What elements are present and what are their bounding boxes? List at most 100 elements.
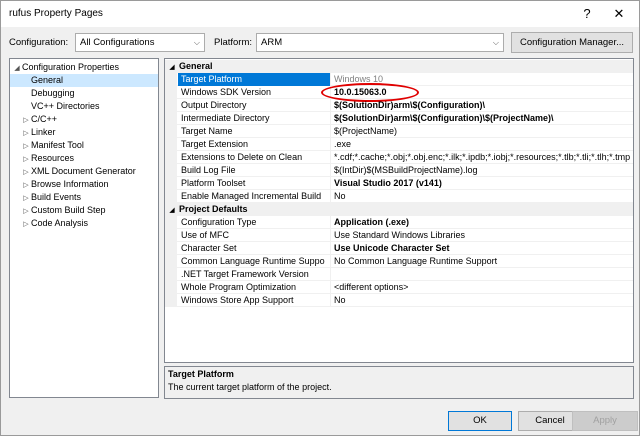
row-gutter: [165, 216, 177, 229]
tree-item-label: Browse Information: [31, 179, 109, 189]
tree-item-label: Code Analysis: [31, 218, 89, 228]
property-row[interactable]: Target Name $(ProjectName): [165, 125, 633, 138]
property-name[interactable]: Use of MFC: [178, 229, 331, 242]
property-value[interactable]: $(SolutionDir)arm\$(Configuration)\: [332, 99, 633, 112]
row-gutter: [165, 73, 177, 86]
tree-root-label: Configuration Properties: [22, 62, 120, 72]
property-name[interactable]: Output Directory: [178, 99, 331, 112]
property-row[interactable]: Target Platform Windows 10: [165, 73, 633, 86]
property-row[interactable]: Windows SDK Version 10.0.15063.0: [165, 83, 633, 102]
tree-item-manifest-tool[interactable]: ▷ Manifest Tool: [10, 139, 158, 152]
help-icon[interactable]: ?: [577, 4, 597, 24]
property-pages-dialog: rufus Property Pages ? ✕ Configuration: …: [0, 0, 640, 436]
tree-item-general[interactable]: General: [10, 74, 158, 87]
category-header[interactable]: ◢ Project Defaults: [165, 203, 633, 216]
apply-button[interactable]: Apply: [572, 411, 638, 431]
property-name[interactable]: Platform Toolset: [178, 177, 331, 190]
property-value[interactable]: Use Unicode Character Set: [332, 242, 633, 255]
property-value[interactable]: [332, 268, 633, 281]
configuration-toolbar: Configuration: All Configurations ⌵ Plat…: [1, 27, 639, 57]
property-name[interactable]: Target Name: [178, 125, 331, 138]
ok-button[interactable]: OK: [448, 411, 512, 431]
property-row[interactable]: Build Log File $(IntDir)$(MSBuildProjectN…: [165, 164, 633, 177]
property-row[interactable]: Extensions to Delete on Clean *.cdf;*.cac…: [165, 151, 633, 164]
tree-item-linker[interactable]: ▷ Linker: [10, 126, 158, 139]
property-row[interactable]: Target Extension .exe: [165, 138, 633, 151]
property-row[interactable]: Intermediate Directory $(SolutionDir)arm\…: [165, 112, 633, 125]
property-row[interactable]: .NET Target Framework Version: [165, 268, 633, 281]
property-row[interactable]: Output Directory $(SolutionDir)arm\$(Conf…: [165, 99, 633, 112]
row-gutter: [165, 294, 177, 307]
tree-item-label: General: [31, 75, 64, 85]
property-value[interactable]: No Common Language Runtime Support: [332, 255, 633, 268]
tree-item-custom-build-step[interactable]: ▷ Custom Build Step: [10, 204, 158, 217]
property-row[interactable]: Windows Store App Support No: [165, 294, 633, 307]
property-name[interactable]: Windows SDK Version: [178, 86, 331, 99]
tree-item-resources[interactable]: ▷ Resources: [10, 152, 158, 165]
property-name[interactable]: Enable Managed Incremental Build: [178, 190, 331, 203]
property-name[interactable]: Common Language Runtime Suppo: [178, 255, 331, 268]
property-name[interactable]: Target Platform: [178, 73, 331, 86]
row-gutter: [165, 242, 177, 255]
row-gutter: [165, 125, 177, 138]
tree-item-label: Linker: [31, 127, 56, 137]
category-title: General: [179, 61, 213, 71]
property-value[interactable]: $(SolutionDir)arm\$(Configuration)\$(Pro…: [332, 112, 633, 125]
property-row[interactable]: Whole Program Optimization <different opt…: [165, 281, 633, 294]
property-name[interactable]: Intermediate Directory: [178, 112, 331, 125]
property-value[interactable]: Windows 10: [332, 73, 633, 86]
tree-item-c-c[interactable]: ▷ C/C++: [10, 113, 158, 126]
property-name[interactable]: Extensions to Delete on Clean: [178, 151, 331, 164]
property-name[interactable]: Whole Program Optimization: [178, 281, 331, 294]
property-name[interactable]: Configuration Type: [178, 216, 331, 229]
property-row[interactable]: Common Language Runtime Suppo No Common L…: [165, 255, 633, 268]
property-value[interactable]: $(IntDir)$(MSBuildProjectName).log: [332, 164, 633, 177]
property-value[interactable]: <different options>: [332, 281, 633, 294]
row-gutter: [165, 268, 177, 281]
property-name[interactable]: .NET Target Framework Version: [178, 268, 331, 281]
property-row[interactable]: Platform Toolset Visual Studio 2017 (v141…: [165, 177, 633, 190]
property-row[interactable]: Configuration Type Application (.exe): [165, 216, 633, 229]
property-name[interactable]: Character Set: [178, 242, 331, 255]
row-gutter: [165, 177, 177, 190]
property-name[interactable]: Target Extension: [178, 138, 331, 151]
property-value[interactable]: No: [332, 294, 633, 307]
category-header[interactable]: ◢ General: [165, 60, 633, 73]
property-value[interactable]: Application (.exe): [332, 216, 633, 229]
close-icon[interactable]: ✕: [609, 4, 629, 24]
tree-root[interactable]: ◢ Configuration Properties: [10, 61, 119, 74]
property-row[interactable]: Use of MFC Use Standard Windows Libraries: [165, 229, 633, 242]
tree-item-browse-information[interactable]: ▷ Browse Information: [10, 178, 158, 191]
tree-item-label: Resources: [31, 153, 75, 163]
property-value[interactable]: No: [332, 190, 633, 203]
tree-item-code-analysis[interactable]: ▷ Code Analysis: [10, 217, 158, 230]
title-bar: rufus Property Pages ? ✕: [1, 1, 639, 27]
row-gutter: [165, 164, 177, 177]
tree-item-xml-document-generator[interactable]: ▷ XML Document Generator: [10, 165, 158, 178]
platform-select[interactable]: ARM ⌵: [256, 33, 504, 52]
configuration-select[interactable]: All Configurations ⌵: [75, 33, 205, 52]
property-name[interactable]: Windows Store App Support: [178, 294, 331, 307]
property-value[interactable]: 10.0.15063.0: [332, 86, 633, 99]
property-tree: ◢ Configuration Properties General Debuggi…: [9, 58, 159, 398]
property-value[interactable]: $(ProjectName): [332, 125, 633, 138]
window-title: rufus Property Pages: [9, 8, 103, 19]
configuration-manager-button[interactable]: Configuration Manager...: [511, 32, 633, 53]
tree-item-label: Debugging: [31, 88, 75, 98]
property-grid: ◢ General Target Platform Windows 10 Windows…: [164, 58, 634, 363]
property-row[interactable]: Character Set Use Unicode Character Set: [165, 242, 633, 255]
tree-item-vc-directories[interactable]: VC++ Directories: [10, 100, 158, 113]
property-name[interactable]: Build Log File: [178, 164, 331, 177]
configuration-select-value: All Configurations: [80, 37, 155, 48]
dialog-buttons: OK Cancel Apply: [1, 401, 639, 435]
property-row[interactable]: Enable Managed Incremental Build No: [165, 190, 633, 203]
expand-triangle-icon[interactable]: ▷: [21, 218, 31, 231]
platform-select-value: ARM: [261, 37, 283, 48]
property-value[interactable]: .exe: [332, 138, 633, 151]
property-value[interactable]: Use Standard Windows Libraries: [332, 229, 633, 242]
tree-item-debugging[interactable]: Debugging: [10, 87, 158, 100]
property-value[interactable]: Visual Studio 2017 (v141): [332, 177, 633, 190]
property-value[interactable]: *.cdf;*.cache;*.obj;*.obj.enc;*.ilk;*.ip…: [332, 151, 633, 164]
tree-item-label: Custom Build Step: [31, 205, 106, 215]
tree-item-build-events[interactable]: ▷ Build Events: [10, 191, 158, 204]
